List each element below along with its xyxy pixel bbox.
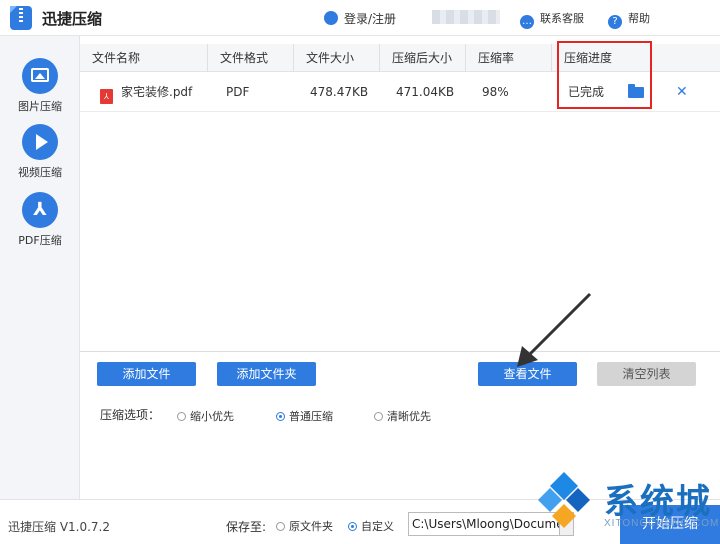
save-custom-option[interactable]: 自定义 (348, 518, 394, 534)
login-label: 登录/注册 (344, 12, 397, 26)
option-normal[interactable]: 普通压缩 (276, 408, 333, 424)
column-header-name: 文件名称 (80, 44, 208, 72)
view-file-button[interactable]: 查看文件 (478, 362, 577, 386)
column-header-rate: 压缩率 (466, 44, 552, 72)
radio-icon (374, 412, 383, 421)
clear-list-button[interactable]: 清空列表 (597, 362, 696, 386)
play-icon (22, 124, 58, 160)
sidebar-item-label: PDF压缩 (18, 234, 62, 247)
option-label: 自定义 (361, 520, 394, 533)
title-bar: 迅捷压缩 登录/注册 … 联系客服 ? 帮助 (0, 0, 720, 36)
option-label: 原文件夹 (289, 520, 333, 533)
file-size-cell: 478.47KB (310, 85, 369, 99)
file-name: 家宅装修.pdf (121, 85, 193, 99)
blurred-account-info (432, 10, 500, 24)
save-original-folder-option[interactable]: 原文件夹 (276, 518, 333, 534)
help-label: 帮助 (628, 12, 650, 25)
browse-path-button[interactable] (560, 512, 574, 536)
save-to-label: 保存至: (226, 520, 267, 534)
sidebar-item-label: 图片压缩 (18, 100, 62, 113)
help-link[interactable]: ? 帮助 (608, 10, 650, 29)
save-path-input[interactable]: C:\Users\Mloong\Documents (408, 512, 560, 536)
start-compress-button[interactable]: 开始压缩 (620, 505, 720, 544)
contact-service-link[interactable]: … 联系客服 (520, 10, 584, 29)
sidebar-item-image-compress[interactable]: 图片压缩 (0, 58, 80, 114)
column-header-size: 文件大小 (294, 44, 380, 72)
option-clarity-first[interactable]: 清晰优先 (374, 408, 431, 424)
user-icon (324, 11, 338, 25)
rate-cell: 98% (482, 85, 509, 99)
radio-icon (177, 412, 186, 421)
sidebar-item-pdf-compress[interactable]: ⅄ PDF压缩 (0, 192, 80, 248)
sidebar-item-label: 视频压缩 (18, 166, 62, 179)
help-icon: ? (608, 15, 622, 29)
pdf-acrobat-icon: ⅄ (22, 192, 58, 228)
pdf-icon: ⅄ (100, 89, 113, 104)
progress-highlight-box (557, 41, 652, 109)
add-file-button[interactable]: 添加文件 (97, 362, 196, 386)
radio-icon (276, 522, 285, 531)
radio-selected-icon (276, 412, 285, 421)
file-format-cell: PDF (226, 85, 250, 99)
sidebar: 图片压缩 视频压缩 ⅄ PDF压缩 (0, 36, 80, 499)
app-title: 迅捷压缩 (42, 10, 103, 28)
add-folder-button[interactable]: 添加文件夹 (217, 362, 316, 386)
sidebar-item-video-compress[interactable]: 视频压缩 (0, 124, 80, 180)
option-smaller-first[interactable]: 缩小优先 (177, 408, 234, 424)
login-register-link[interactable]: 登录/注册 (324, 10, 396, 27)
radio-selected-icon (348, 522, 357, 531)
chat-icon: … (520, 15, 534, 29)
remove-file-icon[interactable]: ✕ (676, 72, 688, 112)
option-label: 普通压缩 (289, 410, 333, 423)
service-label: 联系客服 (540, 12, 584, 25)
compressed-size-cell: 471.04KB (396, 85, 455, 99)
column-header-compressed-size: 压缩后大小 (380, 44, 466, 72)
app-logo-icon (10, 6, 32, 30)
version-label: 迅捷压缩 V1.0.7.2 (8, 520, 111, 534)
image-icon (22, 58, 58, 94)
option-label: 缩小优先 (190, 410, 234, 423)
file-name-cell: ⅄ 家宅装修.pdf (100, 72, 192, 112)
column-header-format: 文件格式 (208, 44, 294, 72)
compress-options-label: 压缩选项： (100, 408, 161, 422)
option-label: 清晰优先 (387, 410, 431, 423)
